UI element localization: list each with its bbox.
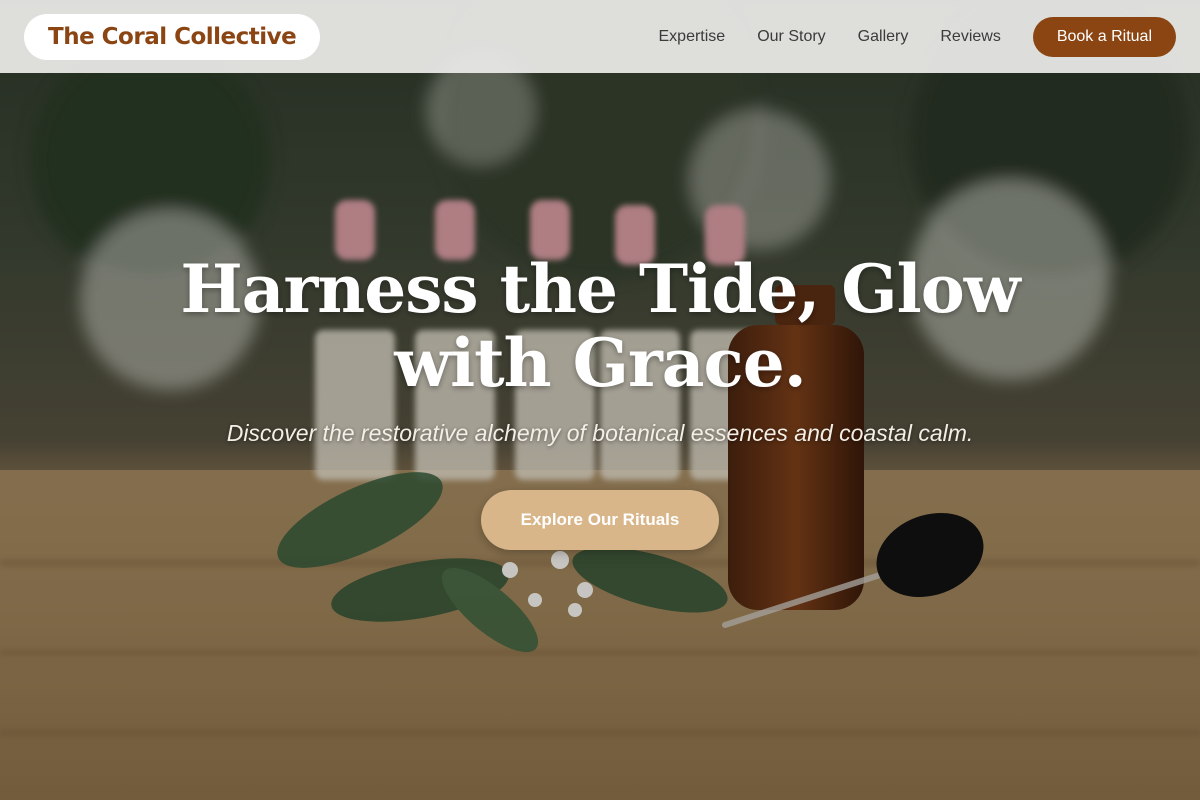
hero-headline: Harness the Tide, Glow with Grace. — [100, 252, 1100, 400]
hero-headline-line-1: Harness the Tide, Glow — [180, 250, 1020, 328]
nav-link-gallery[interactable]: Gallery — [858, 28, 909, 46]
explore-rituals-button[interactable]: Explore Our Rituals — [481, 490, 719, 550]
nav-link-our-story[interactable]: Our Story — [757, 28, 825, 46]
hero-subheadline: Discover the restorative alchemy of bota… — [226, 420, 974, 446]
nav-links: Expertise Our Story Gallery Reviews — [659, 28, 1001, 46]
hero-headline-line-2: with Grace. — [394, 324, 806, 402]
book-ritual-button[interactable]: Book a Ritual — [1032, 16, 1176, 57]
nav-link-expertise[interactable]: Expertise — [659, 28, 726, 46]
nav-link-reviews[interactable]: Reviews — [940, 28, 1000, 46]
navbar: The Coral Collective Expertise Our Story… — [0, 0, 1200, 73]
brand-logo[interactable]: The Coral Collective — [24, 13, 321, 60]
